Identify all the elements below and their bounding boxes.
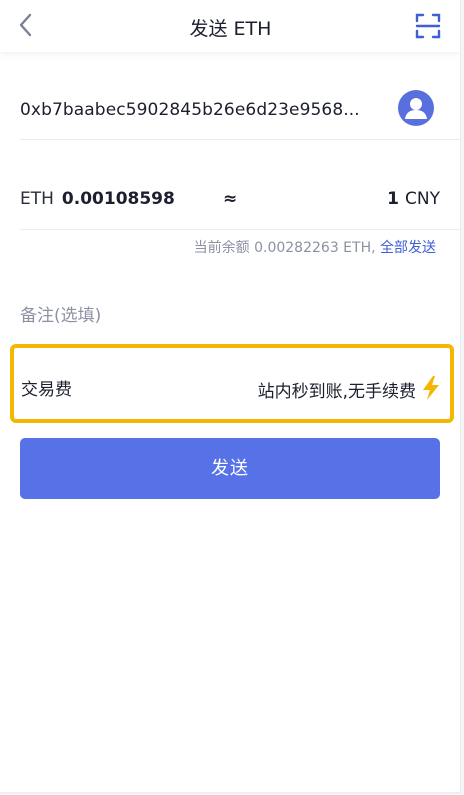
fiat-amount-input[interactable]: 1 CNY bbox=[387, 189, 440, 209]
lightning-icon bbox=[423, 376, 439, 400]
eth-amount-input[interactable]: ETH 0.00108598 bbox=[20, 189, 175, 209]
scan-button[interactable] bbox=[414, 12, 442, 40]
balance-text: 当前余额 0.00282263 ETH, bbox=[193, 240, 376, 256]
amount-value: 0.00108598 bbox=[61, 189, 175, 209]
fiat-value: 1 bbox=[387, 189, 400, 209]
top-navigation-bar: 发送 ETH bbox=[0, 0, 460, 52]
send-eth-screen: 发送 ETH 0xb7baabec5902845b26e6d23e9568... bbox=[0, 0, 461, 793]
approx-symbol: ≈ bbox=[223, 189, 238, 209]
transaction-fee-row: 交易费 站内秒到账,无手续费 bbox=[10, 344, 454, 423]
recipient-address-input[interactable]: 0xb7baabec5902845b26e6d23e9568... bbox=[20, 100, 360, 120]
fee-value: 站内秒到账,无手续费 bbox=[257, 382, 416, 402]
send-all-link[interactable]: 全部发送 bbox=[380, 240, 436, 256]
send-button[interactable]: 发送 bbox=[20, 438, 440, 499]
user-avatar-icon bbox=[405, 98, 427, 119]
fiat-currency: CNY bbox=[405, 189, 440, 209]
fee-label: 交易费 bbox=[21, 380, 72, 400]
memo-input[interactable]: 备注(选填) bbox=[20, 301, 101, 326]
amount-currency: ETH bbox=[20, 189, 54, 209]
recipient-address-row: 0xb7baabec5902845b26e6d23e9568... bbox=[20, 78, 460, 140]
address-book-button[interactable] bbox=[398, 90, 434, 126]
scan-icon bbox=[415, 13, 441, 39]
balance-info: 当前余额 0.00282263 ETH, 全部发送 bbox=[194, 237, 436, 257]
page-title: 发送 ETH bbox=[189, 18, 272, 40]
amount-row: ETH 0.00108598 ≈ 1 CNY bbox=[20, 170, 460, 230]
